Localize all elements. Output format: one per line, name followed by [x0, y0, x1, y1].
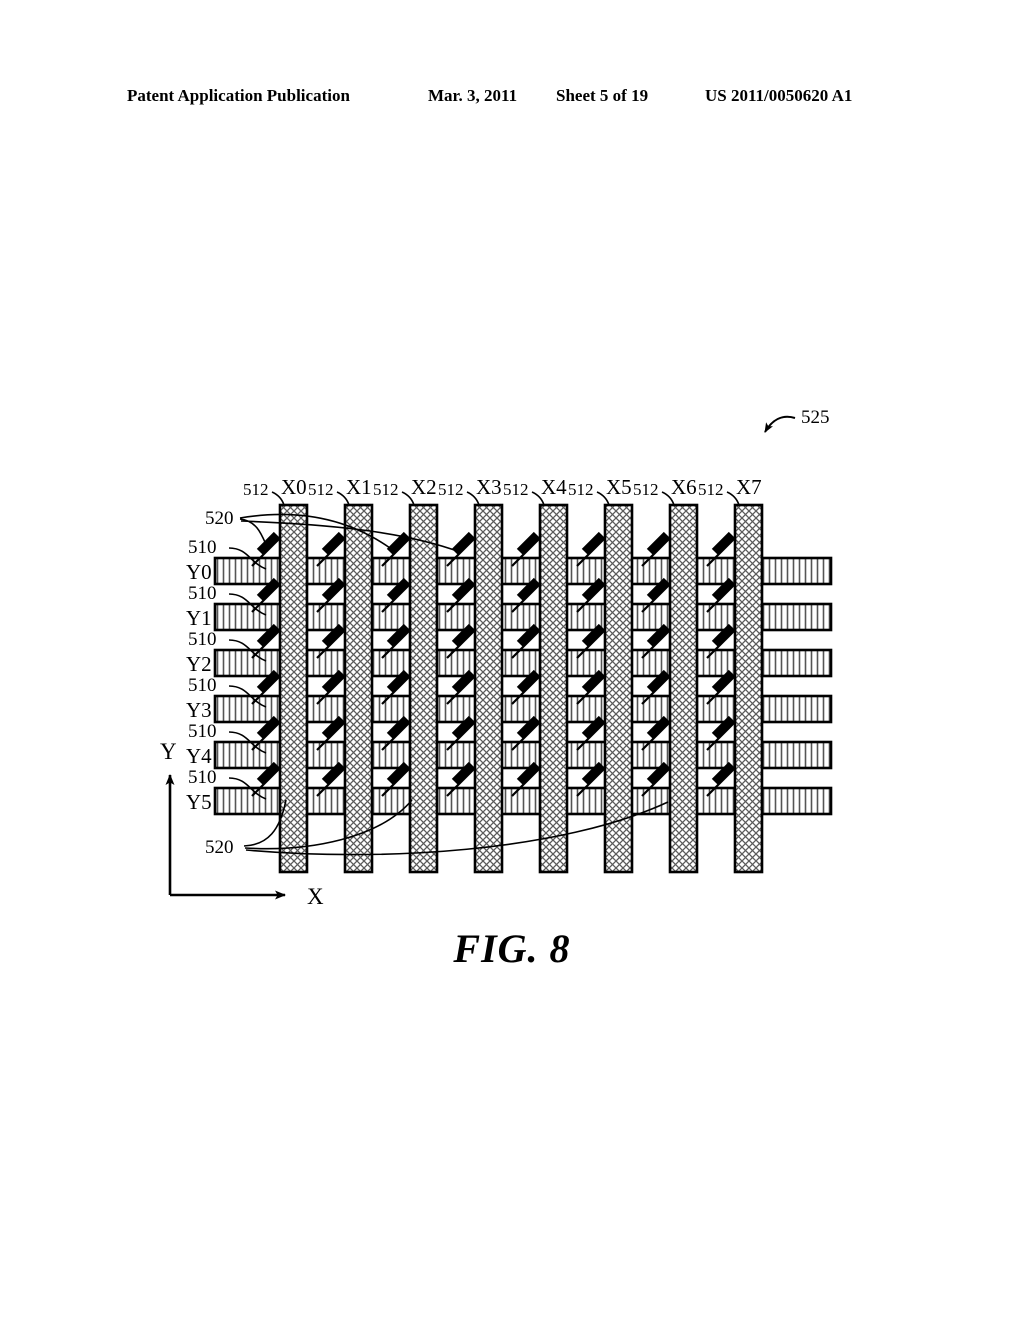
column-conductor [278, 503, 309, 874]
column-conductor [733, 503, 764, 874]
column-label-x2: X2 [411, 475, 437, 499]
column-conductor [408, 503, 439, 874]
row-label-y0: Y0 [186, 560, 212, 584]
row-ref-label: 510 [188, 629, 217, 650]
assembly-pointer [764, 415, 796, 433]
cell-ref-label-bottom: 520 [205, 837, 234, 858]
row-label-y3: Y3 [186, 698, 212, 722]
column-label-x7: X7 [736, 475, 762, 499]
row-ref-label: 510 [188, 675, 217, 696]
column-ref-label: 512 [633, 480, 659, 499]
row-label-y5: Y5 [186, 790, 212, 814]
row-label-y4: Y4 [186, 744, 212, 768]
column-ref-label: 512 [243, 480, 269, 499]
column-ref-label: 512 [373, 480, 399, 499]
column-ref-label: 512 [308, 480, 334, 499]
cell-ref-label-top: 520 [205, 508, 234, 529]
column-label-x3: X3 [476, 475, 502, 499]
row-label-y1: Y1 [186, 606, 212, 630]
column-label-x5: X5 [606, 475, 632, 499]
figure-drawing [165, 415, 833, 900]
column-label-x6: X6 [671, 475, 697, 499]
row-label-y2: Y2 [186, 652, 212, 676]
column-conductor [668, 503, 699, 874]
column-label-x4: X4 [541, 475, 567, 499]
row-ref-label: 510 [188, 721, 217, 742]
column-label-x0: X0 [281, 475, 307, 499]
assembly-reference-label: 525 [801, 407, 830, 428]
column-conductor [473, 503, 504, 874]
column-conductor [603, 503, 634, 874]
column-conductor [538, 503, 569, 874]
y-axis-label: Y [160, 739, 177, 764]
column-ref-label: 512 [568, 480, 594, 499]
column-conductor [343, 503, 374, 874]
column-ref-label: 512 [438, 480, 464, 499]
row-ref-label: 510 [188, 583, 217, 604]
x-axis-label: X [307, 884, 324, 909]
patent-figure: 525 512 512 512 512 512 512 512 512 X0 X… [0, 0, 1024, 1320]
row-ref-label: 510 [188, 537, 217, 558]
column-label-x1: X1 [346, 475, 372, 499]
row-ref-label: 510 [188, 767, 217, 788]
column-ref-label: 512 [503, 480, 529, 499]
column-ref-label: 512 [698, 480, 724, 499]
figure-caption: FIG. 8 [453, 926, 571, 971]
